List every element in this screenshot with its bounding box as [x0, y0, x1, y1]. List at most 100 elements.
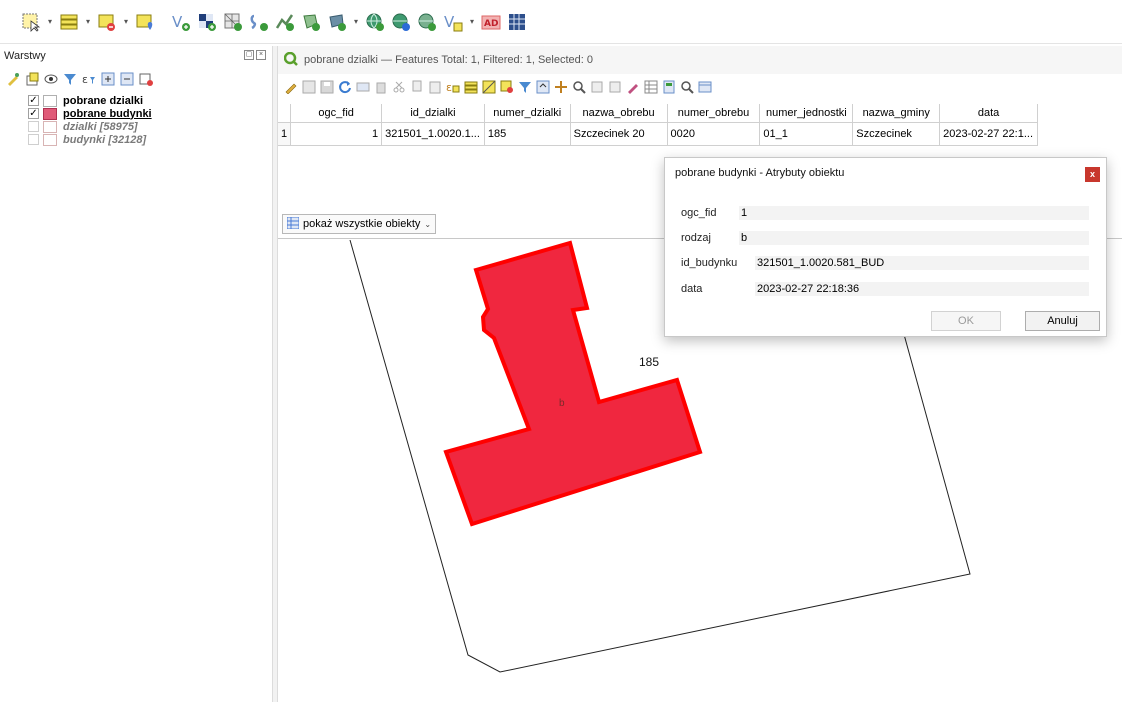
add-ring-dropdown-icon[interactable]: ▾ — [352, 11, 360, 33]
select-features-icon[interactable] — [20, 11, 42, 33]
paste-rows-icon[interactable] — [608, 80, 622, 94]
new-raster-layer-icon[interactable] — [196, 11, 218, 33]
conditional-formatting-icon[interactable] — [680, 80, 694, 94]
select-dropdown-icon[interactable]: ▾ — [46, 11, 54, 33]
add-wcs-layer-icon[interactable] — [416, 11, 438, 33]
layer-visibility-checkbox[interactable]: ✓ — [28, 95, 39, 106]
multi-edit-icon[interactable] — [302, 80, 316, 94]
column-header[interactable]: ogc_fid — [290, 104, 383, 123]
paste-icon[interactable] — [428, 80, 442, 94]
invert-selection-icon[interactable] — [482, 80, 496, 94]
select-attr-dropdown-icon[interactable]: ▾ — [84, 11, 92, 33]
layer-row-dzialki[interactable]: dzialki [58975] — [28, 120, 272, 133]
table-cell[interactable]: 321501_1.0020.1... — [381, 122, 485, 146]
dock-table-icon[interactable] — [698, 80, 712, 94]
remove-layer-icon[interactable] — [139, 72, 153, 86]
layer-symbol — [43, 133, 57, 146]
collapse-all-icon[interactable] — [120, 72, 134, 86]
reload-icon[interactable] — [338, 80, 352, 94]
digitize-point-icon[interactable] — [248, 11, 270, 33]
delete-field-icon[interactable] — [626, 80, 640, 94]
move-selected-top-icon[interactable] — [536, 80, 550, 94]
column-header[interactable]: nazwa_gminy — [852, 104, 941, 123]
filter-expression-icon[interactable]: ε — [82, 72, 96, 86]
field-value[interactable]: 1 — [739, 206, 1089, 220]
dialog-title: pobrane budynki - Atrybuty obiektu — [675, 167, 845, 179]
select-all-icon[interactable] — [464, 80, 478, 94]
table-cell[interactable]: 2023-02-27 22:1... — [939, 122, 1038, 146]
row-number[interactable]: 1 — [278, 122, 292, 146]
table-row[interactable]: 1 1 321501_1.0020.1... 185 Szczecinek 20… — [278, 122, 1038, 146]
column-header[interactable]: numer_obrebu — [667, 104, 761, 123]
add-group-icon[interactable] — [25, 72, 39, 86]
table-cell[interactable]: 0020 — [667, 122, 761, 146]
layer-visibility-checkbox[interactable] — [28, 121, 39, 132]
pan-to-selected-icon[interactable] — [554, 80, 568, 94]
dialog-titlebar: pobrane budynki - Atrybuty obiektu — [665, 158, 1106, 188]
add-wfs-layer-icon[interactable] — [390, 11, 412, 33]
add-ring-icon[interactable] — [326, 11, 348, 33]
field-label: id_budynku — [681, 257, 738, 269]
copy-icon[interactable] — [410, 80, 424, 94]
table-cell[interactable]: Szczecinek — [852, 122, 941, 146]
deselect-features-icon[interactable] — [96, 11, 118, 33]
column-header[interactable]: nazwa_obrebu — [570, 104, 668, 123]
toggle-editing-icon[interactable] — [284, 80, 298, 95]
save-edits-icon[interactable] — [320, 80, 334, 94]
field-row-ogc-fid: ogc_fid 1 — [681, 206, 1089, 220]
ad-plugin-icon[interactable]: AD — [480, 11, 502, 33]
delete-feature-icon[interactable] — [374, 80, 388, 94]
layer-row-budynki[interactable]: budynki [32128] — [28, 133, 272, 146]
digitize-line-icon[interactable] — [274, 11, 296, 33]
expand-all-icon[interactable] — [101, 72, 115, 86]
table-cell[interactable]: 1 — [290, 122, 383, 146]
layer-symbol — [43, 94, 57, 107]
column-header[interactable]: id_dzialki — [381, 104, 485, 123]
add-vector-dropdown-icon[interactable]: ▾ — [468, 11, 476, 33]
field-value[interactable]: b — [739, 231, 1089, 245]
layer-row-pobrane-dzialki[interactable]: ✓ pobrane dzialki — [28, 94, 272, 107]
field-value[interactable]: 321501_1.0020.581_BUD — [755, 256, 1089, 270]
layer-visibility-checkbox[interactable] — [28, 134, 39, 145]
filter-select-icon[interactable] — [518, 80, 532, 94]
cut-icon[interactable] — [392, 80, 406, 94]
select-by-location-icon[interactable] — [134, 11, 156, 33]
style-manager-icon[interactable] — [6, 72, 20, 86]
close-dialog-button[interactable]: x — [1085, 167, 1100, 182]
column-header[interactable]: data — [939, 104, 1038, 123]
table-cell[interactable]: 185 — [484, 122, 571, 146]
add-vector-layer-icon[interactable]: V — [442, 11, 464, 33]
field-row-id-budynku: id_budynku 321501_1.0020.581_BUD — [681, 256, 1089, 270]
visibility-icon[interactable] — [44, 72, 58, 86]
new-mesh-layer-icon[interactable] — [222, 11, 244, 33]
zoom-to-selected-icon[interactable] — [572, 80, 586, 94]
float-panel-icon[interactable]: ▢ — [244, 50, 254, 60]
column-header[interactable]: numer_jednostki — [759, 104, 854, 123]
close-panel-icon[interactable]: × — [256, 50, 266, 60]
layer-visibility-checkbox[interactable]: ✓ — [28, 108, 39, 119]
open-table-icon[interactable] — [506, 11, 528, 33]
deselect-all-icon[interactable] — [500, 80, 514, 94]
column-header[interactable]: numer_dzialki — [484, 104, 571, 123]
digitize-polygon-icon[interactable] — [300, 11, 322, 33]
copy-rows-icon[interactable] — [590, 80, 604, 94]
layer-name: budynki [32128] — [63, 133, 147, 146]
field-calculator-icon[interactable] — [662, 80, 676, 94]
building-polygon[interactable] — [443, 240, 703, 527]
expression-select-icon[interactable]: ε — [446, 80, 460, 94]
cancel-button[interactable]: Anuluj — [1025, 311, 1100, 331]
filter-legend-icon[interactable] — [63, 72, 77, 86]
new-field-icon[interactable] — [644, 80, 658, 94]
svg-text:ε: ε — [82, 73, 88, 86]
layer-row-pobrane-budynki[interactable]: ✓ pobrane budynki — [28, 107, 272, 120]
show-all-features-button[interactable]: pokaż wszystkie obiekty ⌄ — [282, 214, 437, 234]
deselect-dropdown-icon[interactable]: ▾ — [122, 11, 130, 33]
add-feature-icon[interactable] — [356, 80, 370, 94]
table-cell[interactable]: Szczecinek 20 — [570, 122, 668, 146]
ok-button[interactable]: OK — [931, 311, 1001, 331]
field-value[interactable]: 2023-02-27 22:18:36 — [755, 282, 1089, 296]
add-wms-layer-icon[interactable] — [364, 11, 386, 33]
new-vector-layer-icon[interactable]: V — [170, 11, 192, 33]
table-cell[interactable]: 01_1 — [759, 122, 854, 146]
select-by-attribute-icon[interactable] — [58, 11, 80, 33]
